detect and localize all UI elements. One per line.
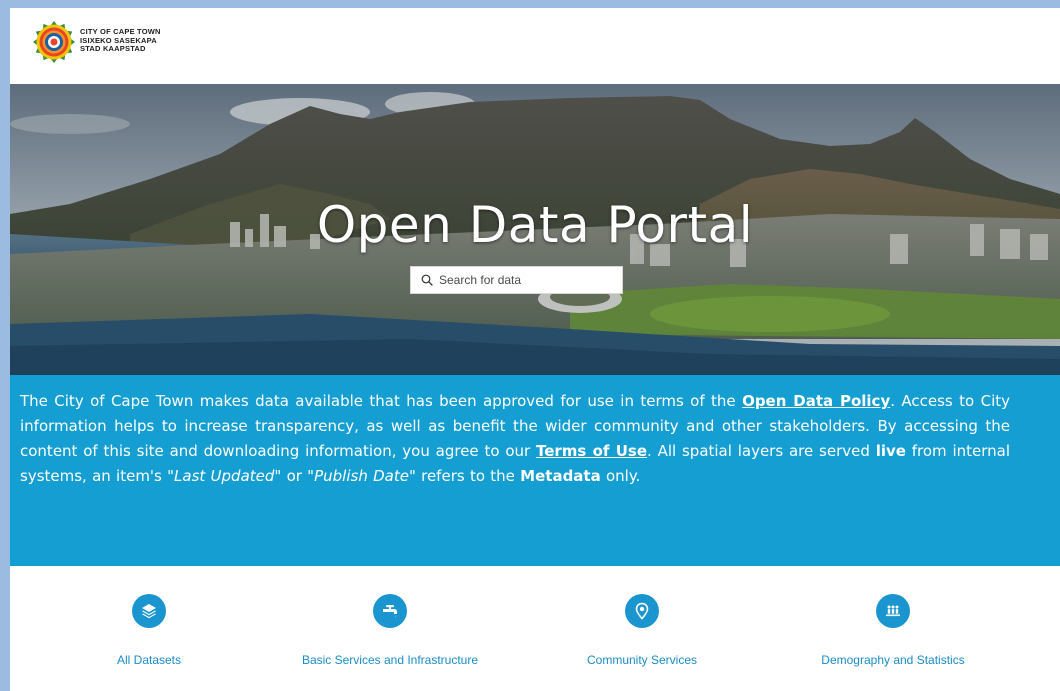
open-data-policy-link[interactable]: Open Data Policy — [742, 392, 890, 410]
notice-text: The City of Cape Town makes data availab… — [20, 392, 743, 410]
publish-date-emphasis: Publish Date — [314, 467, 409, 485]
category-label[interactable]: Community Services — [542, 652, 742, 668]
category-grid: All Datasets Basic Services and Infrastr… — [10, 566, 1060, 691]
page: CITY OF CAPE TOWN ISIXEKO SASEKAPA STAD … — [10, 8, 1060, 691]
logo-line-afrikaans: STAD KAAPSTAD — [80, 44, 146, 53]
city-crest-icon[interactable] — [32, 20, 76, 64]
open-data-notice: The City of Cape Town makes data availab… — [20, 389, 1010, 489]
category-basic-services[interactable]: Basic Services and Infrastructure — [290, 594, 490, 668]
category-demography-statistics[interactable]: Demography and Statistics — [793, 594, 993, 668]
category-label[interactable]: All Datasets — [49, 652, 249, 668]
notice-text: . All spatial layers are served — [647, 442, 876, 460]
page-title: Open Data Portal — [316, 196, 754, 254]
notice-text: only. — [600, 467, 641, 485]
info-banner: The City of Cape Town makes data availab… — [10, 375, 1060, 566]
last-updated-emphasis: Last Updated — [174, 467, 275, 485]
terms-of-use-link[interactable]: Terms of Use — [536, 442, 647, 460]
water-tap-icon[interactable] — [373, 594, 407, 628]
notice-text: " or " — [274, 467, 315, 485]
search-box[interactable] — [410, 266, 623, 294]
city-name-text: CITY OF CAPE TOWN ISIXEKO SASEKAPA STAD … — [80, 27, 161, 54]
notice-text: " refers to the — [408, 467, 521, 485]
category-community-services[interactable]: Community Services — [542, 594, 742, 668]
people-group-icon[interactable] — [876, 594, 910, 628]
category-label[interactable]: Basic Services and Infrastructure — [290, 652, 490, 668]
hero-banner: Open Data Portal — [10, 84, 1060, 375]
location-pin-icon[interactable] — [625, 594, 659, 628]
site-header: CITY OF CAPE TOWN ISIXEKO SASEKAPA STAD … — [10, 8, 1060, 84]
layers-icon[interactable] — [132, 594, 166, 628]
metadata-emphasis: Metadata — [520, 467, 601, 485]
category-all-datasets[interactable]: All Datasets — [49, 594, 249, 668]
search-icon — [421, 274, 433, 286]
live-emphasis: live — [875, 442, 906, 460]
category-label[interactable]: Demography and Statistics — [793, 652, 993, 668]
search-input[interactable] — [439, 270, 609, 290]
